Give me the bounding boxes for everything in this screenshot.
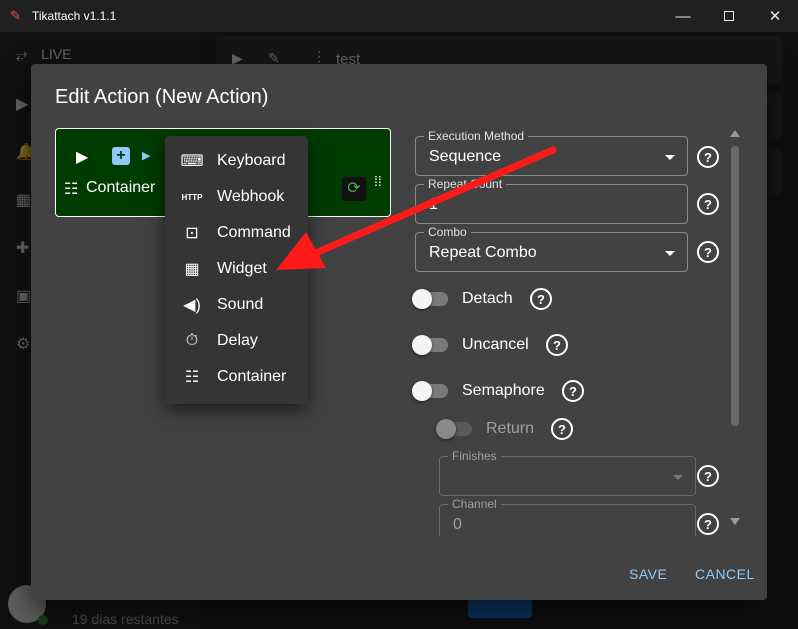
arrow-shaft — [314, 146, 557, 256]
annotation-arrow — [276, 146, 557, 270]
